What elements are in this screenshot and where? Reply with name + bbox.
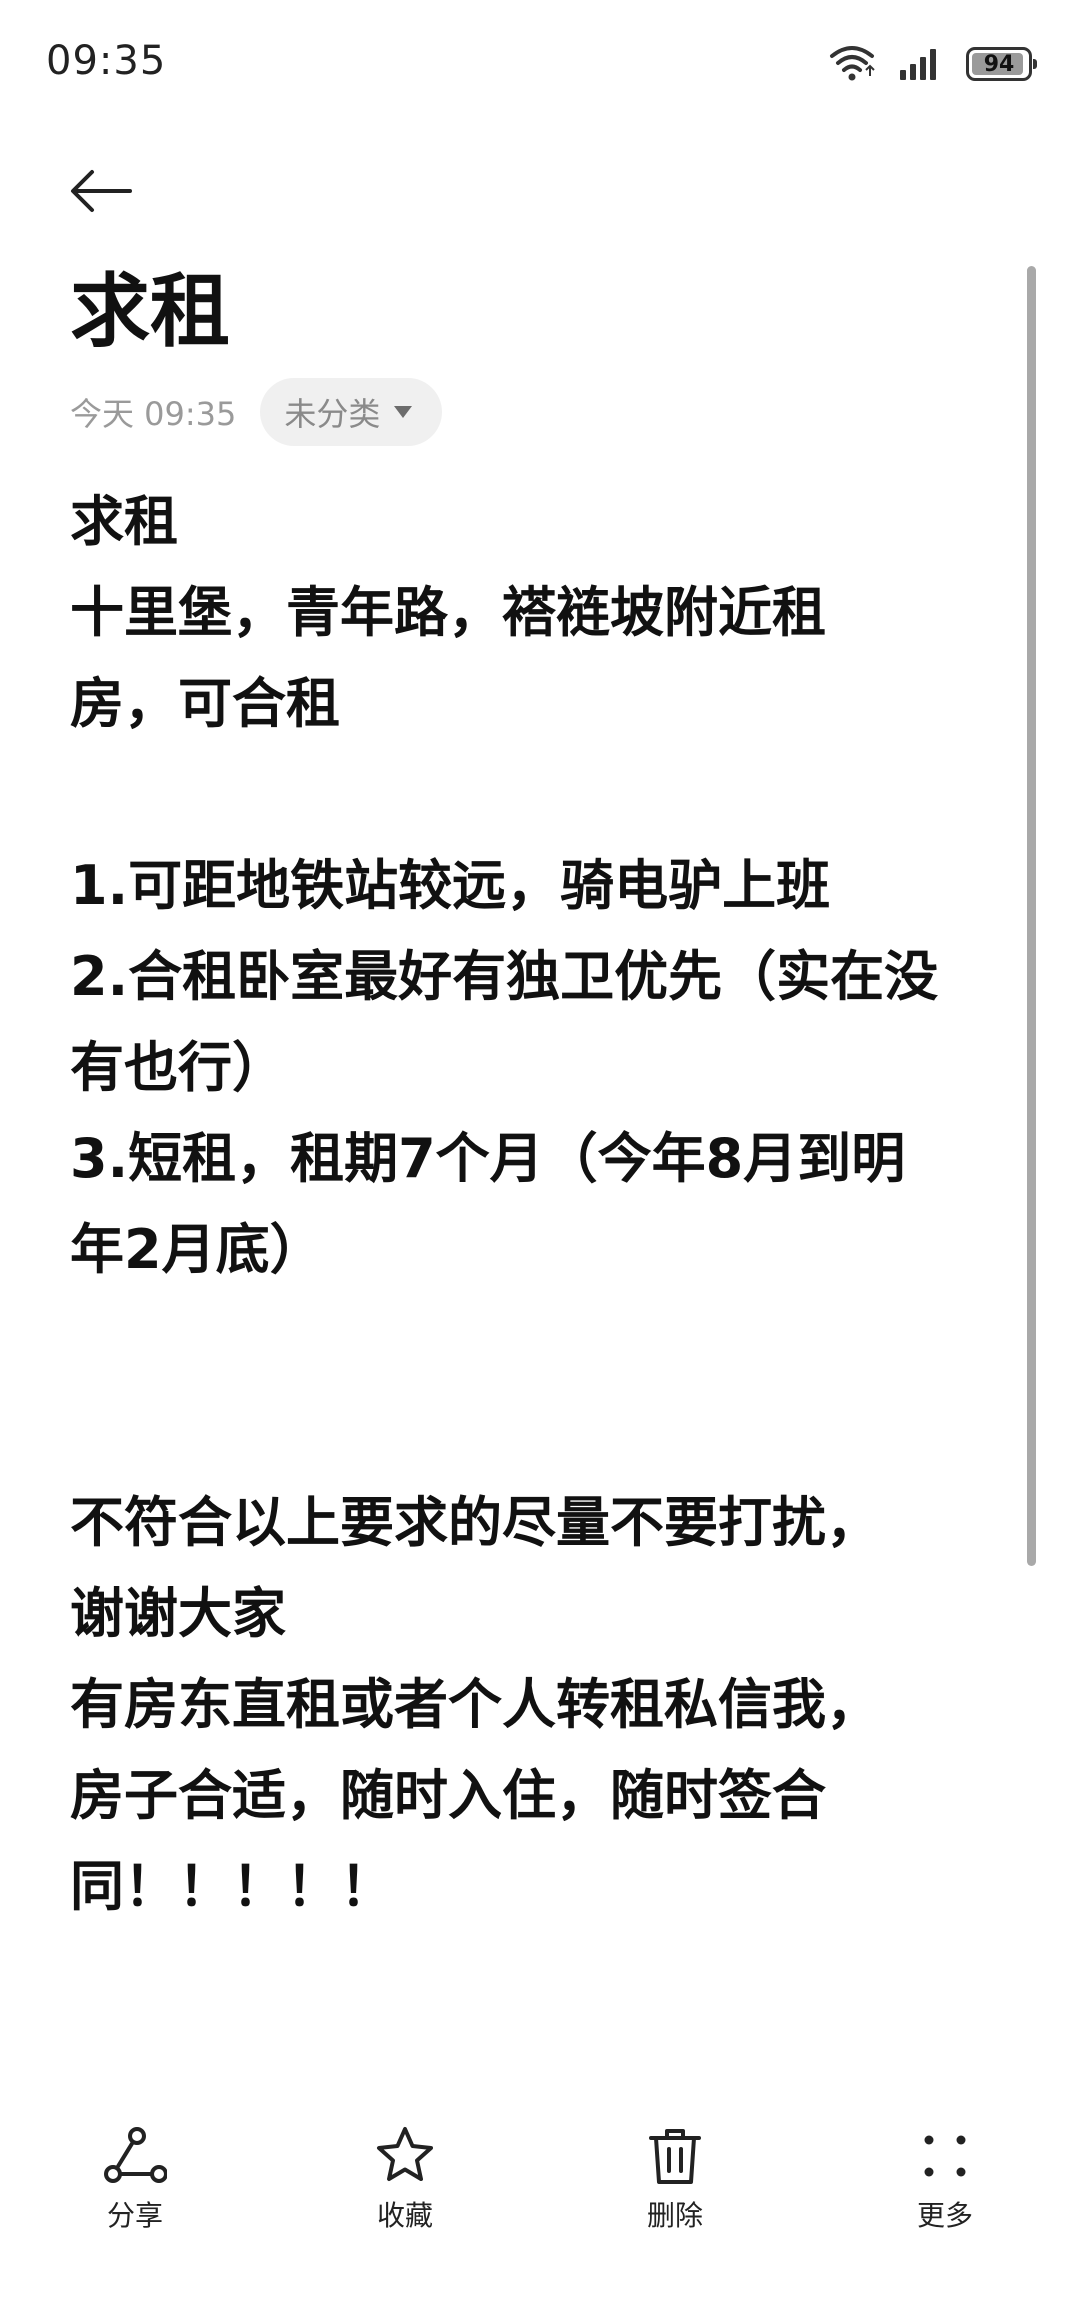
share-label: 分享	[106, 2199, 163, 2232]
trash-icon	[643, 2124, 707, 2188]
status-bar: 09:35 94	[0, 0, 1080, 120]
more-button[interactable]: 更多	[810, 2110, 1080, 2260]
category-label: 未分类	[284, 395, 381, 433]
note-date: 今天 09:35	[70, 395, 237, 433]
category-dropdown[interactable]: 未分类	[260, 378, 443, 446]
bottom-toolbar: 分享 收藏 删除 更多	[0, 2110, 1080, 2260]
more-icon	[913, 2124, 977, 2188]
scrollbar[interactable]	[1027, 266, 1036, 1566]
note-meta: 今天 09:35 未分类	[70, 378, 443, 446]
battery-icon: 94	[966, 47, 1037, 81]
favorite-button[interactable]: 收藏	[270, 2110, 540, 2260]
share-icon	[103, 2124, 167, 2188]
delete-button[interactable]: 删除	[540, 2110, 810, 2260]
status-icons: 94	[828, 42, 1037, 86]
battery-level: 94	[983, 51, 1015, 77]
caret-down-icon	[394, 406, 413, 418]
favorite-label: 收藏	[376, 2199, 433, 2232]
wifi-icon	[828, 42, 876, 86]
note-title[interactable]: 求租	[70, 262, 230, 362]
back-button[interactable]	[66, 158, 136, 228]
star-icon	[373, 2124, 437, 2188]
share-button[interactable]: 分享	[0, 2110, 270, 2260]
delete-label: 删除	[646, 2199, 703, 2232]
note-body[interactable]: 求租 十里堡，青年路，褡裢坡附近租 房，可合租 1.可距地铁站较远，骑电驴上班 …	[70, 476, 990, 1932]
status-time: 09:35	[46, 38, 167, 84]
signal-icon	[898, 42, 944, 86]
more-label: 更多	[916, 2199, 973, 2232]
arrow-left-icon	[68, 168, 134, 218]
